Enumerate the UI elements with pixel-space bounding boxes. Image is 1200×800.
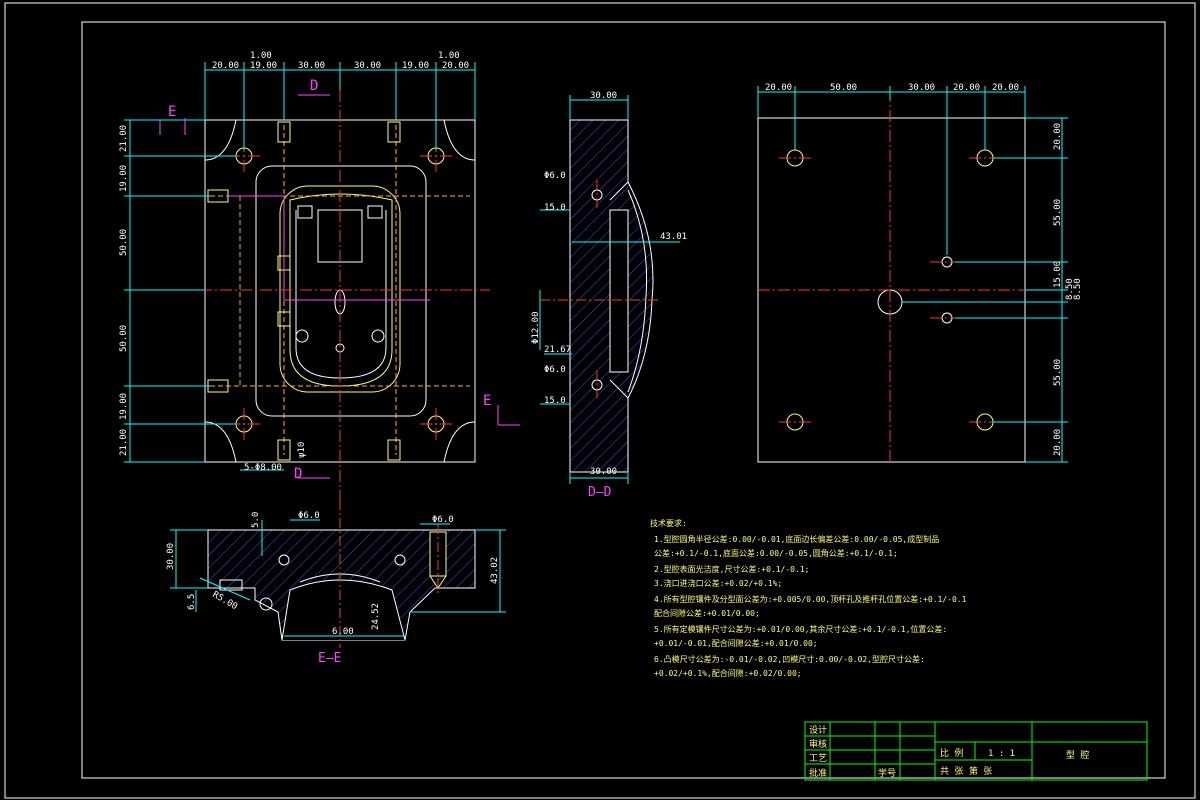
ee-dim-1: 5.0 xyxy=(251,512,261,528)
section-mark-d-bottom: D xyxy=(294,466,302,482)
rv-right-5: 20.00 xyxy=(1053,429,1063,456)
dd-bottom-dim: 30.00 xyxy=(590,467,617,477)
rv-right-1: 20.00 xyxy=(1053,123,1063,150)
title-block-text: 设计 审核 工艺 批准 学号 比 例 1 : 1 共 张 第 张 型 腔 xyxy=(809,724,1089,779)
rv-top-3: 30.00 xyxy=(908,83,935,93)
dd-label-3: Φ12.00 xyxy=(531,311,541,344)
dd-right-dim: 43.01 xyxy=(660,232,687,242)
dim-top-6: 20.00 xyxy=(442,61,469,71)
rv-top-5: 20.00 xyxy=(992,83,1019,93)
rv-right-7: 8.50 xyxy=(1073,278,1083,300)
tb-row-process: 工艺 xyxy=(809,753,827,764)
notes-line-3: 2.型腔表面光洁度,尺寸公差:+0.1/-0.1; xyxy=(654,564,809,574)
rv-right-4: 55.00 xyxy=(1053,359,1063,386)
dim-left-3: 50.00 xyxy=(119,229,129,256)
ee-dim-5: 43.02 xyxy=(490,557,500,584)
ee-dim-4: 30.00 xyxy=(166,543,176,570)
notes-line-1: 1.型腔圆角半径公差:0.00/-0.01,底面边长偏差公差:0.00/-0.0… xyxy=(654,534,939,544)
section-mark-e-bottom: E xyxy=(483,393,491,409)
notes-line-8: +0.01/-0.01,配合间隙公差:+0.01/0.00; xyxy=(654,638,818,648)
cad-drawing: 20.00 19.00 30.00 30.00 19.00 20.00 1.00… xyxy=(4,2,1196,799)
dd-section-title: D—D xyxy=(588,485,612,500)
notes-heading: 技术要求: xyxy=(650,518,687,528)
section-mark-e-top: E xyxy=(168,104,176,120)
dim-bottom-holes: 5-Φ8.00 xyxy=(244,463,282,473)
dim-left-4: 50.00 xyxy=(119,325,129,352)
rv-right-3: 15.00 xyxy=(1053,261,1063,288)
dim-top-small-1: 1.00 xyxy=(250,51,272,61)
rv-top-1: 20.00 xyxy=(765,83,792,93)
section-mark-d-top: D xyxy=(310,78,318,94)
tb-row-approve: 批准 xyxy=(809,767,827,779)
technical-notes: 技术要求: 1.型腔圆角半径公差:0.00/-0.01,底面边长偏差公差:0.0… xyxy=(650,518,967,678)
rv-right-2: 55.00 xyxy=(1053,199,1063,226)
dim-top-small-2: 1.00 xyxy=(438,51,460,61)
dim-left-6: 21.00 xyxy=(119,429,129,456)
dim-top-4: 30.00 xyxy=(354,61,381,71)
notes-line-4: 3.浇口进浇口公差:+0.02/+0.1%; xyxy=(654,578,782,588)
dd-top-dim: 30.00 xyxy=(590,91,617,101)
front-top-dim-labels: 20.00 19.00 30.00 30.00 19.00 20.00 1.00… xyxy=(212,51,469,71)
notes-line-9: 6.凸模尺寸公差为:-0.01/-0.02,凹模尺寸:0.00/-0.02,型腔… xyxy=(654,654,925,664)
front-view-dimensions xyxy=(124,62,476,471)
ee-dim-3: Φ6.0 xyxy=(432,515,454,525)
tb-sheet-label: 共 张 第 张 xyxy=(940,765,992,777)
dim-top-1: 20.00 xyxy=(212,61,239,71)
dim-left-2: 19.00 xyxy=(119,165,129,192)
dd-label-2: 15.0 xyxy=(544,203,566,213)
ee-dim-9: 24.52 xyxy=(371,603,381,630)
dd-label-5: Φ6.0 xyxy=(544,365,566,375)
dim-bottom-pin: ψ10 xyxy=(297,442,307,458)
rv-top-4: 20.00 xyxy=(953,83,980,93)
right-view-dimensions xyxy=(757,86,1068,463)
tb-row-design: 设计 xyxy=(809,724,827,736)
tb-part-name: 型 腔 xyxy=(1066,749,1089,761)
notes-line-6: 配合间隙公差:+0.01/0.00; xyxy=(654,608,760,618)
tb-code-label: 学号 xyxy=(878,767,896,779)
rv-top-2: 50.00 xyxy=(830,83,857,93)
ee-section-title: E—E xyxy=(318,651,341,666)
right-view-labels: 20.00 50.00 30.00 20.00 20.00 20.00 55.0… xyxy=(765,83,1083,456)
front-view xyxy=(160,90,490,500)
dim-top-2: 19.00 xyxy=(250,61,277,71)
dim-top-3: 30.00 xyxy=(298,61,325,71)
notes-line-10: +0.02/+0.1%,配合间隙:+0.02/0.00; xyxy=(654,668,802,678)
notes-line-5: 4.所有型腔镶件及分型面公差为:+0.005/0.00,顶杆孔及推杆孔位置公差:… xyxy=(654,594,967,604)
dd-label-4: 21.67 xyxy=(544,345,571,355)
dd-label-1: Φ6.0 xyxy=(544,171,566,181)
tb-scale-value: 1 : 1 xyxy=(988,749,1015,759)
dim-left-5: 19.00 xyxy=(119,393,129,420)
notes-line-2: 公差:+0.1/-0.1,底面公差:0.00/-0.05,圆角公差:+0.1/-… xyxy=(654,548,898,558)
ee-dim-2: Φ6.0 xyxy=(298,511,320,521)
ee-dim-6: 6.5 xyxy=(187,594,197,610)
tb-row-review: 审核 xyxy=(809,738,827,750)
dd-label-6: 15.0 xyxy=(544,396,566,406)
dim-top-5: 19.00 xyxy=(402,61,429,71)
ee-dim-8: 6.00 xyxy=(332,627,354,637)
tb-scale-label: 比 例 xyxy=(940,747,963,759)
dim-left-1: 21.00 xyxy=(119,125,129,152)
notes-line-7: 5.所有定模镶件尺寸公差为:+0.01/0.00,其余尺寸公差:+0.1/-0.… xyxy=(654,624,947,634)
